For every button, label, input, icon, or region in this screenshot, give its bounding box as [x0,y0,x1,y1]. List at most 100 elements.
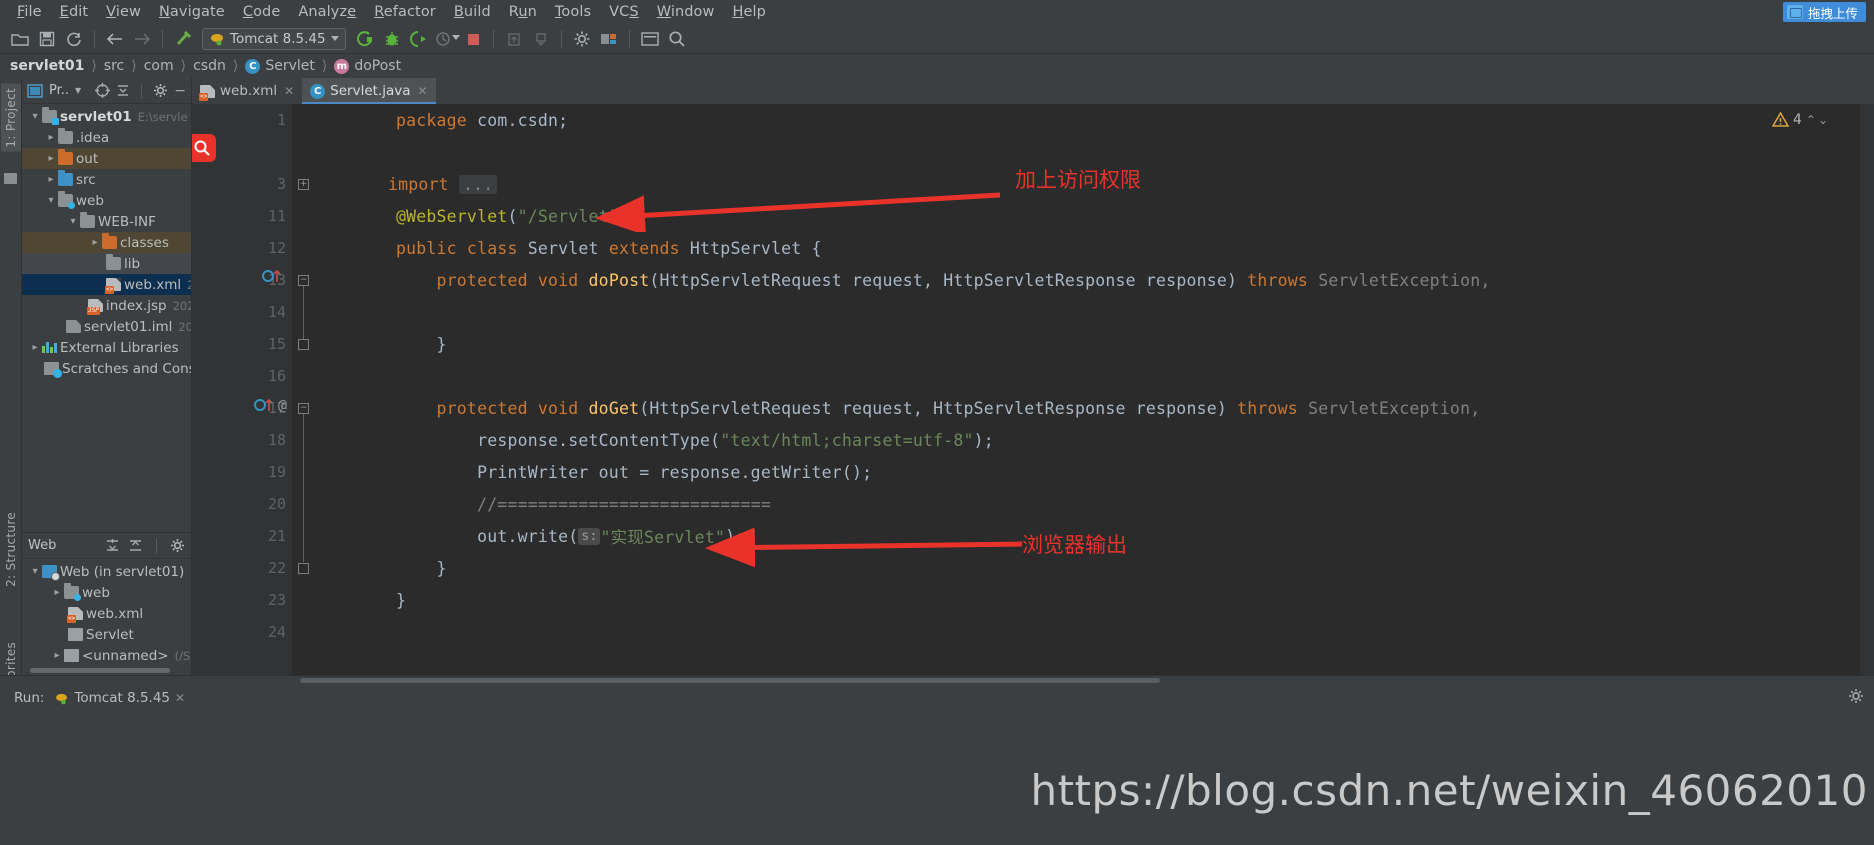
chevron-down-icon[interactable] [28,111,42,122]
editor-right-gutter[interactable] [1860,104,1874,675]
code-editor[interactable]: 1 3 11 12 13 14 15 16 17 18 19 20 21 22 … [192,104,1874,675]
tree-item-lib[interactable]: lib [22,253,191,274]
menu-item-vcs[interactable]: VCS [600,2,648,22]
web-tree-item-servlet[interactable]: Servlet [22,624,191,645]
menu-item-refactor[interactable]: Refactor [365,2,445,22]
sync-icon[interactable] [62,27,86,51]
chevron-right-icon[interactable] [44,174,58,185]
project-structure-icon[interactable] [597,27,621,51]
settings-gear-icon[interactable] [153,83,168,98]
breadcrumb-item-csdn[interactable]: csdn [193,58,226,74]
fold-collapse-dopost[interactable]: − [298,275,309,286]
run-with-coverage-icon[interactable] [407,27,431,51]
sidebar-tab-project[interactable]: 1: Project [1,84,21,152]
web-tree-item-web-xml[interactable]: <> web.xml [22,603,191,624]
chevron-right-icon[interactable] [44,132,58,143]
build-hammer-icon[interactable] [171,27,195,51]
web-tree-item-unnamed[interactable]: <unnamed> (/S [22,645,191,666]
chevron-right-icon[interactable] [88,237,102,248]
chevron-right-icon[interactable] [44,153,58,164]
fold-end-dopost[interactable] [298,339,309,350]
menu-item-code[interactable]: Code [234,2,290,22]
target-icon[interactable] [95,83,111,98]
project-tree[interactable]: servlet01 E:\servle .idea out src [22,104,191,532]
save-icon[interactable] [35,27,59,51]
tree-item-servlet01[interactable]: servlet01 E:\servle [22,106,191,127]
override-marker-doget[interactable]: @ [254,396,287,414]
tab-servlet-java[interactable]: C Servlet.java ✕ [302,78,436,104]
menu-item-analyze[interactable]: Analyze [289,2,365,22]
close-icon[interactable]: ✕ [418,84,428,98]
expand-all-icon[interactable] [105,538,120,553]
close-icon[interactable]: ✕ [284,84,294,98]
search-everywhere-button[interactable] [192,134,216,162]
menu-item-navigate[interactable]: Navigate [150,2,234,22]
deploy-icon[interactable] [529,27,553,51]
forward-arrow-icon[interactable] [130,27,154,51]
profile-icon[interactable] [434,27,460,51]
search-icon[interactable] [665,27,689,51]
collapse-all-icon[interactable] [128,538,143,553]
chevron-right-icon[interactable] [28,342,42,353]
hide-panel-icon[interactable]: − [174,84,186,98]
fold-expand-import[interactable]: + [298,179,309,190]
override-marker-dopost[interactable] [262,268,284,288]
window-icon[interactable] [638,27,662,51]
project-horizontal-scrollbar[interactable] [22,666,191,675]
menu-item-help[interactable]: Help [723,2,774,22]
run-panel-label[interactable]: Run: [14,690,44,706]
inspection-status[interactable]: 4 ⌃⌄ [1771,112,1830,128]
tree-item-classes[interactable]: classes [22,232,191,253]
chevron-down-icon[interactable] [66,216,80,227]
update-app-icon[interactable] [502,27,526,51]
chevron-right-icon[interactable] [50,587,64,598]
code-text-area[interactable]: + − − package com.csdn; import ... @WebS… [292,104,1860,675]
chevron-down-icon[interactable] [44,195,58,206]
settings-gear-icon[interactable] [170,538,185,553]
menu-item-view[interactable]: View [97,2,150,22]
settings-gear-icon[interactable] [570,27,594,51]
editor-horizontal-scrollbar[interactable] [0,675,1874,684]
fold-end-doget[interactable] [298,563,309,574]
chevron-down-icon[interactable]: ▼ [75,86,81,95]
upload-widget[interactable]: 拖拽上传 [1782,2,1866,22]
tree-item-servlet01-iml[interactable]: servlet01.iml 202 [22,316,191,337]
stop-icon[interactable] [461,27,485,51]
breadcrumb-item-com[interactable]: com [144,58,174,74]
collapse-all-icon[interactable] [116,83,130,98]
back-arrow-icon[interactable] [103,27,127,51]
chevron-down-icon[interactable] [28,566,42,577]
tab-web-xml[interactable]: <> web.xml ✕ [192,78,302,104]
open-folder-icon[interactable] [8,27,32,51]
inspection-nav-icons[interactable]: ⌃⌄ [1806,113,1830,127]
menu-item-build[interactable]: Build [445,2,500,22]
sidebar-tab-structure[interactable]: 2: Structure [1,508,21,591]
tree-item-scratches[interactable]: Scratches and Cons [22,358,191,379]
breadcrumb-item-src[interactable]: src [104,58,124,74]
fold-collapse-doget[interactable]: − [298,403,309,414]
run-configuration-selector[interactable]: Tomcat 8.5.45 [202,27,346,50]
code-folding-column[interactable]: + − − [292,104,314,675]
line-number-gutter[interactable]: 1 3 11 12 13 14 15 16 17 18 19 20 21 22 … [192,104,292,675]
tree-item-idea[interactable]: .idea [22,127,191,148]
debug-bug-icon[interactable] [380,27,404,51]
run-tab-tomcat[interactable]: Tomcat 8.5.45 ✕ [54,690,185,706]
breadcrumb-item-servlet01[interactable]: servlet01 [10,58,84,74]
upload-button[interactable]: 拖拽上传 [1782,2,1866,22]
tree-item-web[interactable]: web [22,190,191,211]
menu-item-window[interactable]: Window [648,2,724,22]
menu-item-file[interactable]: File [8,2,51,22]
tree-item-web-inf[interactable]: WEB-INF [22,211,191,232]
tree-item-index-jsp[interactable]: JSP index.jsp 202 [22,295,191,316]
breadcrumb-item-servlet-class[interactable]: C Servlet [245,58,315,74]
tree-item-src[interactable]: src [22,169,191,190]
menu-item-tools[interactable]: Tools [546,2,600,22]
chevron-right-icon[interactable] [50,650,64,661]
menu-item-run[interactable]: Run [500,2,546,22]
close-icon[interactable]: ✕ [175,691,185,705]
web-tree[interactable]: Web (in servlet01) web <> web.xml Servle… [22,559,191,666]
web-tree-item-web[interactable]: web [22,582,191,603]
tree-item-out[interactable]: out [22,148,191,169]
breadcrumb-item-dopost[interactable]: m doPost [334,58,401,74]
settings-gear-icon[interactable] [1848,688,1864,708]
